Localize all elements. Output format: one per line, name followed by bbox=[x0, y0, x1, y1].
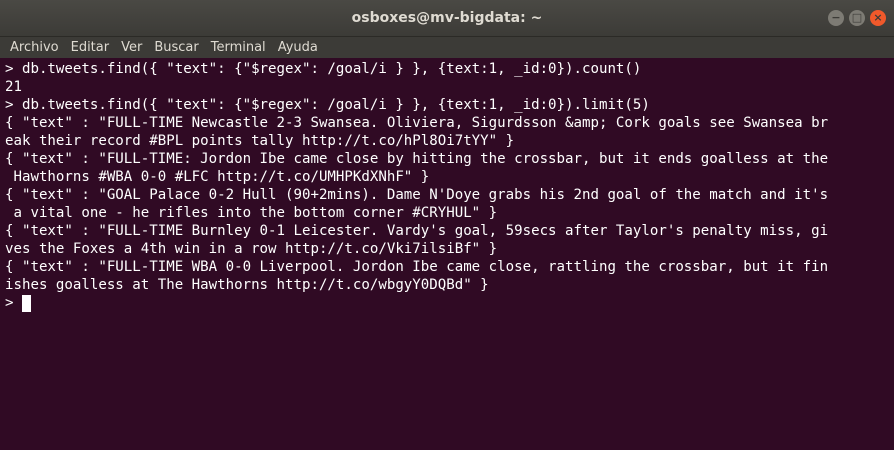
menu-archivo[interactable]: Archivo bbox=[4, 37, 65, 58]
close-button[interactable]: × bbox=[870, 10, 886, 26]
menu-ayuda[interactable]: Ayuda bbox=[272, 37, 324, 58]
terminal-line: Hawthorns #WBA 0-0 #LFC http://t.co/UMHP… bbox=[5, 169, 430, 185]
menu-ver[interactable]: Ver bbox=[115, 37, 148, 58]
terminal-line: ves the Foxes a 4th win in a row http://… bbox=[5, 241, 498, 257]
window-title: osboxes@mv-bigdata: ~ bbox=[351, 10, 543, 26]
title-bar[interactable]: osboxes@mv-bigdata: ~ − □ × bbox=[0, 0, 894, 37]
terminal-line: { "text" : "FULL-TIME WBA 0-0 Liverpool.… bbox=[5, 259, 829, 275]
terminal-line: eak their record #BPL points tally http:… bbox=[5, 133, 515, 149]
terminal-line: { "text" : "GOAL Palace 0-2 Hull (90+2mi… bbox=[5, 187, 829, 203]
cursor-block bbox=[21, 295, 31, 312]
terminal-line: a vital one - he rifles into the bottom … bbox=[5, 205, 498, 221]
terminal-line: ishes goalless at The Hawthorns http://t… bbox=[5, 277, 489, 293]
window-controls: − □ × bbox=[828, 10, 886, 26]
terminal-window: osboxes@mv-bigdata: ~ − □ × Archivo Edit… bbox=[0, 0, 894, 450]
terminal-line: > db.tweets.find({ "text": {"$regex": /g… bbox=[5, 97, 650, 113]
menu-editar[interactable]: Editar bbox=[65, 37, 116, 58]
terminal-output[interactable]: > db.tweets.find({ "text": {"$regex": /g… bbox=[0, 58, 894, 450]
prompt-symbol: > bbox=[5, 295, 14, 311]
maximize-button[interactable]: □ bbox=[849, 10, 865, 26]
menu-buscar[interactable]: Buscar bbox=[148, 37, 204, 58]
minimize-button[interactable]: − bbox=[828, 10, 844, 26]
prompt-line[interactable]: > bbox=[5, 294, 894, 312]
menu-bar: Archivo Editar Ver Buscar Terminal Ayuda bbox=[0, 37, 894, 58]
terminal-line: { "text" : "FULL-TIME Newcastle 2-3 Swan… bbox=[5, 115, 829, 131]
terminal-line: 21 bbox=[5, 79, 22, 95]
terminal-line: > db.tweets.find({ "text": {"$regex": /g… bbox=[5, 61, 642, 77]
terminal-line: { "text" : "FULL-TIME: Jordon Ibe came c… bbox=[5, 151, 829, 167]
menu-terminal[interactable]: Terminal bbox=[205, 37, 272, 58]
terminal-line: { "text" : "FULL-TIME Burnley 0-1 Leices… bbox=[5, 223, 829, 239]
